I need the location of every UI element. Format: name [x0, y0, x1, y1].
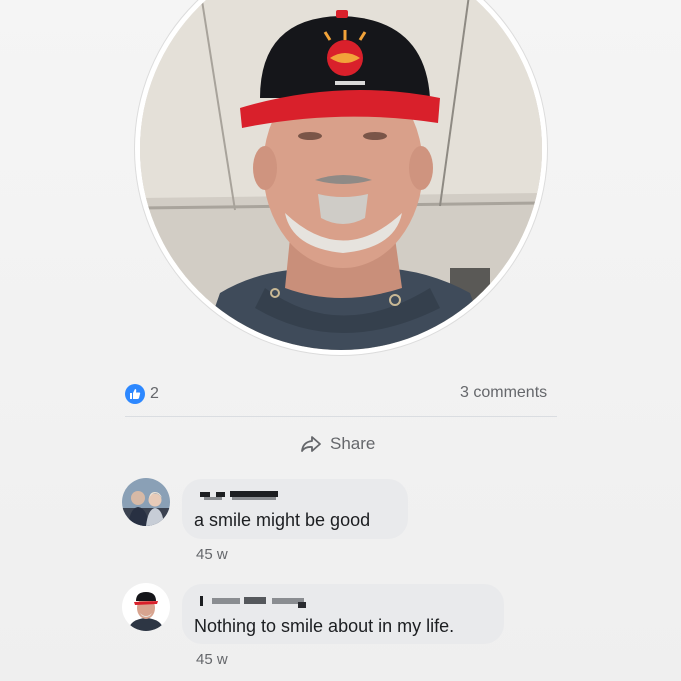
share-arrow-icon: [301, 436, 321, 452]
comment-bubble: a smile might be good: [182, 479, 408, 539]
profile-photo[interactable]: [140, 0, 542, 350]
comments-count-link[interactable]: 3 comments: [460, 384, 547, 402]
commenter-avatar[interactable]: [122, 478, 170, 526]
comment-timestamp[interactable]: 45 w: [196, 546, 228, 563]
post-page: 2 3 comments Share a smile might be good: [0, 0, 681, 681]
share-label: Share: [330, 434, 376, 453]
comment-author-redacted[interactable]: [198, 489, 282, 505]
comment-author-redacted[interactable]: [198, 594, 308, 610]
comment-timestamp[interactable]: 45 w: [196, 651, 228, 668]
comment-text: Nothing to smile about in my life.: [194, 616, 455, 636]
comment-bubble: Nothing to smile about in my life.: [182, 584, 504, 644]
comment-text: a smile might be good: [194, 510, 371, 530]
divider: [125, 416, 557, 417]
commenter-avatar[interactable]: [122, 583, 170, 631]
share-button[interactable]: Share: [300, 431, 375, 457]
reaction-count[interactable]: 2: [150, 385, 159, 403]
like-icon[interactable]: [125, 384, 145, 404]
thumbs-up-icon: [130, 389, 141, 399]
